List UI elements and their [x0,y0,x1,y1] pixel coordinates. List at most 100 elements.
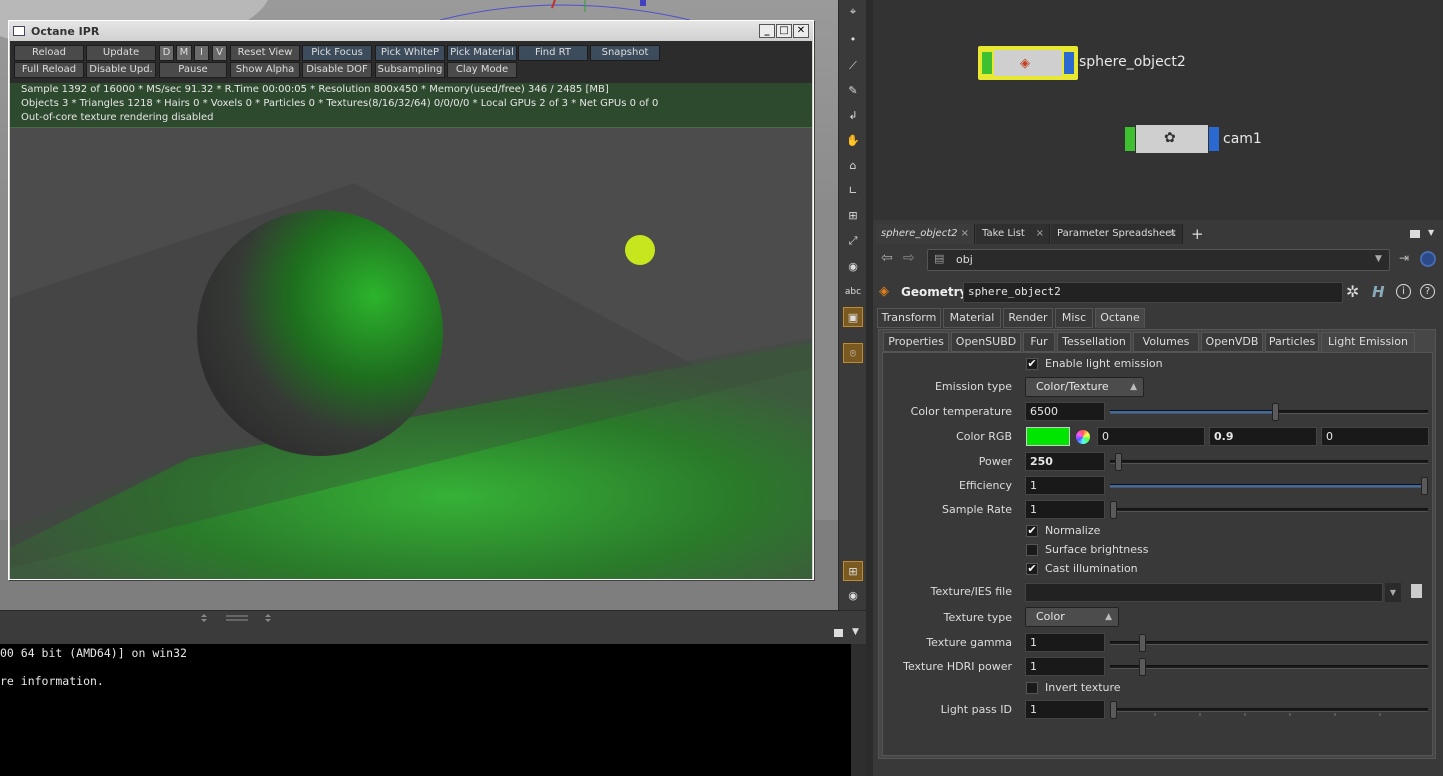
node-sphere-object2[interactable]: ◈ [978,46,1078,80]
slider-handle[interactable] [1272,403,1279,421]
maximize-button[interactable]: □ [776,24,792,38]
question-icon[interactable]: ? [1420,284,1435,299]
shade-tool-icon[interactable]: ◉ [843,257,863,277]
normalize-checkbox[interactable]: ✔ [1026,525,1038,537]
pick-tool-icon[interactable]: ⤢ [843,231,863,251]
tab-particles[interactable]: Particles [1265,332,1319,352]
pane-menu-icon[interactable] [1410,230,1420,238]
tab-misc[interactable]: Misc [1055,308,1093,328]
slider-handle[interactable] [1115,453,1122,471]
power-slider[interactable] [1110,453,1428,471]
back-arrow-icon[interactable]: ⇦ [881,250,893,266]
reload-button[interactable]: Reload [14,45,84,61]
shell-scrollbar[interactable] [851,644,866,776]
display-flag[interactable] [982,52,992,74]
tab-properties[interactable]: Properties [883,332,949,352]
pause-button[interactable]: Pause [159,62,227,78]
clay-mode-button[interactable]: Clay Mode [447,62,517,78]
subsampling-button[interactable]: Subsampling [375,62,445,78]
measure-tool-icon[interactable]: ↲ [843,106,863,126]
show-alpha-button[interactable]: Show Alpha [230,62,300,78]
ipr-titlebar[interactable]: Octane IPR _ □ ✕ [9,21,813,41]
close-button[interactable]: ✕ [793,24,809,38]
i-toggle[interactable]: I [194,45,209,61]
tab-octane[interactable]: Octane [1095,308,1145,328]
disable-update-button[interactable]: Disable Upd. [86,62,156,78]
color-wheel-icon[interactable] [1076,430,1090,444]
chevron-down-icon[interactable]: ▼ [1375,254,1382,264]
texture-gamma-slider[interactable] [1110,634,1428,652]
d-toggle[interactable]: D [159,45,174,61]
forward-arrow-icon[interactable]: ⇨ [903,250,915,266]
color-g-field[interactable]: 0.9 [1209,427,1317,446]
light-pass-id-slider[interactable] [1110,701,1428,719]
tab-opensubd[interactable]: OpenSUBD [951,332,1021,352]
gear-icon[interactable]: ✲ [1346,282,1359,301]
render-view[interactable] [10,128,812,579]
invert-texture-checkbox[interactable] [1026,682,1038,694]
disable-dof-button[interactable]: Disable DOF [302,62,372,78]
close-icon[interactable]: × [1169,224,1177,244]
snap-tool-icon[interactable]: ⊞ [843,206,863,226]
path-field[interactable]: ▤ obj ▼ [927,249,1390,271]
color-temperature-field[interactable]: 6500 [1025,402,1105,421]
brush-tool-icon[interactable]: ✋ [843,131,863,151]
cast-illumination-checkbox[interactable]: ✔ [1026,563,1038,575]
color-swatch[interactable] [1026,427,1070,446]
slider-handle[interactable] [1139,634,1146,652]
tab-tessellation[interactable]: Tessellation [1057,332,1131,352]
info-icon[interactable]: i [1396,284,1411,299]
m-toggle[interactable]: M [176,45,192,61]
light-pass-id-field[interactable]: 1 [1025,700,1105,719]
enable-light-emission-checkbox[interactable]: ✔ [1026,358,1038,370]
eye-icon[interactable]: ◉ [843,586,863,606]
render-flag[interactable] [1209,127,1219,151]
pin-tool-icon[interactable]: ⌾ [843,343,863,363]
efficiency-slider[interactable] [1110,477,1428,495]
reset-view-button[interactable]: Reset View [230,45,300,61]
tab-light-emission[interactable]: Light Emission [1321,332,1415,352]
drag-handle-icon[interactable] [198,612,274,624]
color-temperature-slider[interactable] [1110,403,1428,421]
find-rt-button[interactable]: Find RT [518,45,588,61]
tab-sphere-object2[interactable]: sphere_object2 × [875,224,975,244]
image-tool-icon[interactable]: ▣ [843,307,863,327]
edge-tool-icon[interactable]: ⟋ [843,56,863,76]
display-flag[interactable] [1125,127,1135,151]
sample-rate-field[interactable]: 1 [1025,500,1105,519]
file-browse-icon[interactable] [1411,584,1422,598]
surface-brightness-checkbox[interactable] [1026,544,1038,556]
slider-handle[interactable] [1110,501,1117,519]
select-tool-icon[interactable]: ⌖ [843,2,863,22]
texture-type-dropdown[interactable]: Color ▲ [1025,607,1119,627]
link-icon[interactable] [1420,251,1436,267]
update-button[interactable]: Update [86,45,156,61]
tab-transform[interactable]: Transform [877,308,941,328]
stamp-tool-icon[interactable]: ⌂ [843,156,863,176]
tab-material[interactable]: Material [943,308,1001,328]
network-editor[interactable]: ◈ sphere_object2 ✿ cam1 [873,0,1443,220]
tab-fur[interactable]: Fur [1023,332,1055,352]
texture-file-field[interactable] [1025,583,1383,602]
chevron-down-icon[interactable]: ▼ [852,627,859,637]
tab-volumes[interactable]: Volumes [1133,332,1199,352]
help-h-icon[interactable]: H [1372,283,1385,301]
chevron-down-icon[interactable]: ▼ [1428,228,1434,237]
tab-parameter-spreadsheet[interactable]: Parameter Spreadsheet × [1051,224,1183,244]
pick-focus-button[interactable]: Pick Focus [302,45,372,61]
slider-handle[interactable] [1421,477,1428,495]
tab-openvdb[interactable]: OpenVDB [1201,332,1263,352]
texture-hdri-power-slider[interactable] [1110,658,1428,676]
power-field[interactable]: 250 [1025,452,1105,471]
close-icon[interactable]: × [1036,224,1044,244]
emission-type-dropdown[interactable]: Color/Texture ▲ [1025,377,1144,397]
sample-rate-slider[interactable] [1110,501,1428,519]
v-toggle[interactable]: V [212,45,227,61]
pin-icon[interactable]: ⇥ [1399,251,1409,265]
close-icon[interactable]: × [961,224,969,244]
snapshot-button[interactable]: Snapshot [590,45,660,61]
angle-tool-icon[interactable]: ∟ [843,181,863,201]
pane-divider[interactable] [0,610,866,624]
pen-tool-icon[interactable]: ✎ [843,81,863,101]
octane-ipr-window[interactable]: Octane IPR _ □ ✕ Reload Update D M I V R… [8,20,814,580]
